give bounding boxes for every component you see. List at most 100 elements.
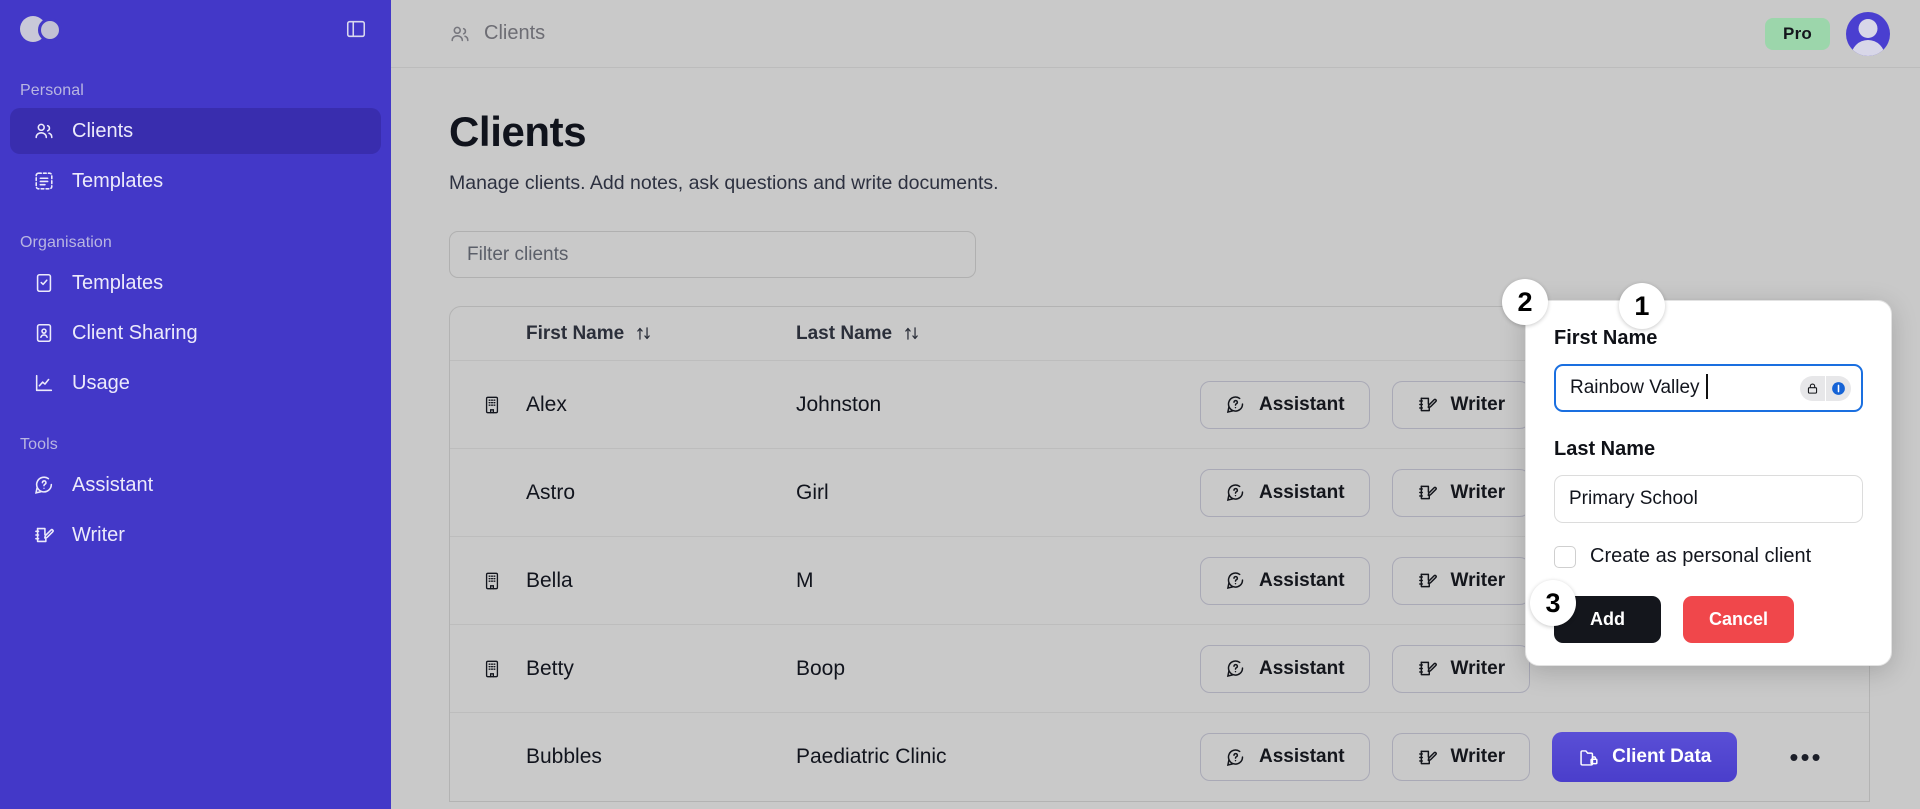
template-dashed-icon [32, 169, 56, 193]
last-name-input[interactable] [1554, 475, 1863, 523]
contact-card-icon [32, 321, 56, 345]
assistant-label: Assistant [1259, 393, 1345, 415]
cell-first-name: Bubbles [526, 745, 602, 768]
sidebar-item-label: Usage [72, 371, 130, 394]
row-actions: Assistant Writer [1200, 380, 1531, 429]
cell-last-name: Boop [796, 656, 846, 680]
step-badge-2: 2 [1502, 279, 1548, 325]
sidebar-item-client-sharing[interactable]: Client Sharing [10, 310, 381, 356]
add-client-modal: 2 First Name Rainbow Valley Last Name Pr… [1502, 279, 1892, 666]
autofill-indicator [1800, 376, 1851, 401]
toolbar [449, 231, 1920, 278]
client-data-button[interactable]: Client Data [1552, 732, 1738, 782]
cell-first-name: Astro [526, 480, 576, 504]
sort-updown-icon[interactable] [635, 325, 652, 342]
writer-label: Writer [1450, 569, 1506, 591]
step-badge-1: 1 [1618, 283, 1665, 329]
avatar[interactable] [1846, 11, 1890, 56]
breadcrumb-label: Clients [484, 22, 546, 44]
assistant-button[interactable]: Assistant [1200, 733, 1370, 781]
assistant-button[interactable]: Assistant [1200, 380, 1370, 429]
sidebar-header [0, 0, 391, 58]
cell-last-name: Johnston [796, 392, 882, 416]
create-as-personal-client-checkbox[interactable] [1554, 545, 1576, 568]
sidebar-item-label: Templates [72, 271, 164, 294]
last-name-field: Last Name [1554, 438, 1863, 523]
table-row[interactable]: Bubbles Paediatric Clinic Assistant Writer C… [450, 713, 1869, 801]
assistant-label: Assistant [1259, 657, 1345, 679]
filter-clients-input[interactable] [449, 231, 976, 278]
assistant-button[interactable]: Assistant [1200, 644, 1370, 693]
first-name-field: First Name [1554, 327, 1863, 412]
row-actions: Assistant Writer Client Data ••• [1200, 732, 1823, 782]
cell-last-name: Paediatric Clinic [796, 745, 947, 768]
cell-first-name: Alex [526, 392, 567, 416]
row-actions: Assistant Writer [1200, 468, 1531, 517]
panel-toggle-icon[interactable] [343, 16, 369, 42]
create-as-personal-client-label: Create as personal client [1590, 545, 1812, 567]
sidebar: Personal Clients Templates Organisation [0, 0, 391, 809]
writer-button[interactable]: Writer [1391, 468, 1531, 517]
users-icon [32, 119, 56, 143]
row-actions: Assistant Writer [1200, 556, 1531, 605]
sidebar-item-label: Assistant [72, 473, 154, 496]
column-header-first-name[interactable]: First Name [504, 323, 796, 345]
assistant-label: Assistant [1259, 569, 1345, 591]
writer-label: Writer [1450, 657, 1506, 679]
sidebar-item-label: Client Sharing [72, 321, 198, 344]
plan-badge[interactable]: Pro [1765, 17, 1830, 50]
assistant-button[interactable]: Assistant [1200, 556, 1370, 605]
row-actions: Assistant Writer [1200, 644, 1531, 693]
sidebar-item-label: Clients [72, 119, 134, 142]
topbar: Clients Pro [391, 0, 1920, 68]
sidebar-item-clients[interactable]: Clients [10, 108, 381, 154]
column-label: Last Name [796, 322, 893, 344]
create-as-personal-client-row[interactable]: Create as personal client [1554, 545, 1863, 568]
chat-question-icon [32, 473, 56, 497]
building-icon [482, 659, 504, 679]
page-subtitle: Manage clients. Add notes, ask questions… [449, 172, 999, 194]
doc-check-icon [32, 271, 56, 295]
sidebar-item-assistant[interactable]: Assistant [10, 462, 381, 508]
cell-last-name: Girl [796, 480, 829, 504]
sidebar-item-usage[interactable]: Usage [10, 360, 381, 406]
line-chart-icon [32, 371, 56, 395]
building-icon [482, 395, 504, 415]
column-header-last-name[interactable]: Last Name [796, 323, 1096, 345]
assistant-label: Assistant [1259, 746, 1345, 767]
sidebar-section-organisation: Organisation [20, 234, 112, 251]
lock-icon[interactable] [1800, 376, 1825, 401]
cell-first-name: Bella [526, 568, 573, 592]
info-icon[interactable] [1826, 376, 1851, 401]
sidebar-section-personal: Personal [20, 82, 84, 99]
page-title: Clients [449, 108, 587, 155]
sidebar-item-writer[interactable]: Writer [10, 512, 381, 558]
topbar-right: Pro [1765, 11, 1890, 56]
sort-updown-icon[interactable] [903, 325, 920, 342]
step-badge-3: 3 [1530, 580, 1576, 626]
column-label: First Name [526, 322, 625, 344]
assistant-button[interactable]: Assistant [1200, 468, 1370, 517]
sidebar-item-label: Templates [72, 169, 164, 192]
writer-button[interactable]: Writer [1391, 380, 1531, 429]
writer-label: Writer [1450, 481, 1506, 503]
writer-button[interactable]: Writer [1391, 644, 1531, 693]
users-icon [449, 23, 471, 45]
main-area: Clients Pro Clients Manage clients. Add … [391, 0, 1920, 809]
sidebar-item-personal-templates[interactable]: Templates [10, 158, 381, 204]
more-actions-button[interactable]: ••• [1789, 744, 1822, 770]
sidebar-item-org-templates[interactable]: Templates [10, 260, 381, 306]
cell-last-name: M [796, 568, 814, 592]
cancel-button[interactable]: Cancel [1683, 596, 1795, 643]
sidebar-section-tools: Tools [20, 436, 58, 453]
app-root: Personal Clients Templates Organisation [0, 0, 1920, 809]
cell-first-name: Betty [526, 656, 574, 680]
writer-button[interactable]: Writer [1391, 556, 1531, 605]
writer-button[interactable]: Writer [1391, 733, 1531, 781]
first-name-label: First Name [1554, 327, 1658, 349]
breadcrumb: Clients [449, 22, 545, 45]
assistant-label: Assistant [1259, 481, 1345, 503]
notepad-pencil-icon [32, 523, 56, 547]
writer-label: Writer [1450, 393, 1506, 415]
sidebar-item-label: Writer [72, 523, 125, 546]
